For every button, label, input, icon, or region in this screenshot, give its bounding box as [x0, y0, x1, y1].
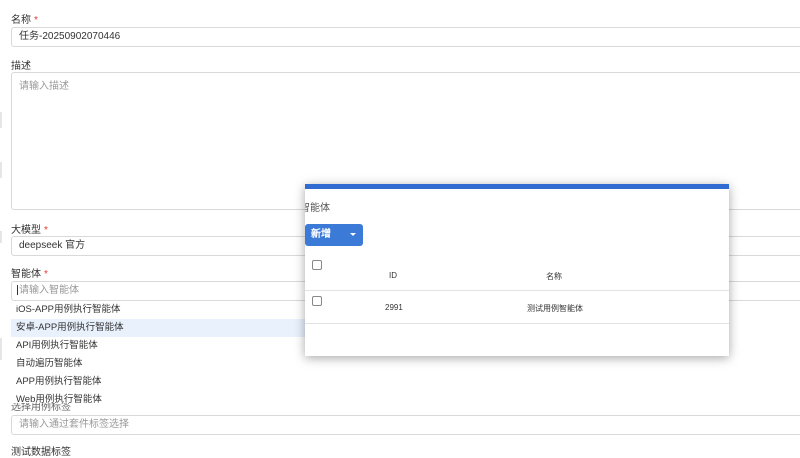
row-name: 测试用例智能体 [527, 304, 583, 313]
add-button-label: 新增 [311, 229, 331, 240]
add-button[interactable]: 新增 [305, 224, 363, 246]
agent-label: 智能体 * [11, 265, 48, 280]
dropdown-option-android[interactable]: 安卓-APP用例执行智能体 [11, 319, 321, 337]
description-label: 描述 [11, 61, 31, 72]
left-edge-mark [0, 112, 2, 128]
modal-title-text: 智能体 [305, 203, 330, 214]
required-mark: * [34, 15, 38, 26]
column-header-name: 名称 [546, 272, 562, 281]
select-all-checkbox[interactable] [312, 260, 322, 270]
model-label-text: 大模型 [11, 225, 41, 236]
left-edge-mark [0, 338, 2, 360]
agent-dropdown: iOS-APP用例执行智能体 安卓-APP用例执行智能体 API用例执行智能体 … [11, 301, 321, 405]
modal-title: 智能体 [305, 199, 353, 214]
text-cursor [17, 285, 18, 296]
required-mark: * [44, 225, 48, 236]
row-id: 2991 [385, 303, 403, 312]
column-header-id: ID [389, 271, 397, 280]
left-edge-mark [0, 162, 2, 178]
table-divider [305, 290, 729, 291]
table-divider [305, 323, 729, 324]
modal-header-bar [305, 184, 729, 189]
test-data-label: 测试数据标签 [11, 447, 71, 458]
agent-search-placeholder: 请输入智能体 [19, 285, 79, 296]
name-label: 名称 * [11, 11, 38, 26]
row-checkbox[interactable] [312, 296, 322, 306]
chevron-down-icon[interactable] [350, 233, 356, 236]
case-tag-placeholder: 请输入通过套件标签选择 [19, 419, 129, 430]
dropdown-option-api[interactable]: API用例执行智能体 [11, 337, 321, 355]
dropdown-option-web[interactable]: Web用例执行智能体 [11, 391, 321, 405]
name-input[interactable]: 任务-20250902070446 [11, 27, 800, 47]
agent-label-text: 智能体 [11, 269, 41, 280]
dropdown-option-auto-traverse[interactable]: 自动遍历智能体 [11, 355, 321, 373]
left-edge-mark [0, 231, 2, 243]
name-input-value: 任务-20250902070446 [19, 31, 121, 42]
case-tag-input[interactable]: 请输入通过套件标签选择 [11, 415, 800, 435]
model-select-value: deepseek 官方 [19, 240, 86, 251]
dropdown-option-ios[interactable]: iOS-APP用例执行智能体 [11, 301, 321, 319]
required-mark: * [44, 269, 48, 280]
agent-modal: 智能体 新增 ID 名称 2991 测试用例智能体 [305, 184, 729, 356]
name-label-text: 名称 [11, 15, 31, 26]
description-placeholder: 请输入描述 [19, 81, 69, 92]
model-label: 大模型 * [11, 221, 48, 236]
dropdown-option-app[interactable]: APP用例执行智能体 [11, 373, 321, 391]
